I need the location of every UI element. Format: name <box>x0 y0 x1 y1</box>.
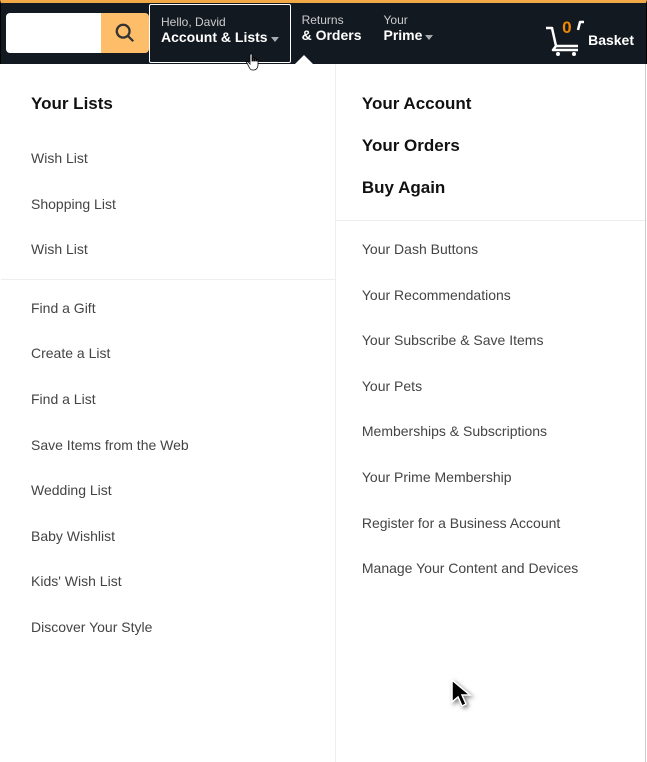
search-box <box>6 13 149 53</box>
hand-cursor-icon <box>245 52 263 74</box>
list-item[interactable]: Your Dash Buttons <box>362 227 645 273</box>
top-navbar: Hello, David Account & Lists Returns & O… <box>0 0 647 64</box>
lists-group-1: Wish List Shopping List Wish List <box>31 136 335 273</box>
nav-account-greeting: Hello, David <box>161 15 279 30</box>
list-item[interactable]: Wish List <box>31 227 335 273</box>
list-item[interactable]: Save Items from the Web <box>31 423 335 469</box>
basket-label: Basket <box>586 32 634 56</box>
list-item[interactable]: Manage Your Content and Devices <box>362 546 645 592</box>
nav-prime-line1: Your <box>384 13 434 28</box>
list-item[interactable]: Register for a Business Account <box>362 501 645 547</box>
basket-icon: 0 <box>542 20 586 56</box>
list-item[interactable]: Your Subscribe & Save Items <box>362 318 645 364</box>
lists-group-2: Find a Gift Create a List Find a List Sa… <box>31 286 335 651</box>
flyout-right-column: Your Account Your Orders Buy Again Your … <box>336 64 645 762</box>
chevron-down-icon <box>425 35 433 40</box>
list-item[interactable]: Baby Wishlist <box>31 514 335 560</box>
nav-orders-line1: Returns <box>302 13 362 28</box>
nav-basket[interactable]: 0 Basket <box>530 3 646 64</box>
your-account-link[interactable]: Your Account <box>362 94 645 114</box>
buy-again-link[interactable]: Buy Again <box>362 178 645 198</box>
divider <box>1 279 335 280</box>
nav-account-label: Account & Lists <box>161 29 268 45</box>
arrow-cursor-icon <box>450 678 476 710</box>
search-input[interactable] <box>6 13 101 53</box>
divider <box>336 220 645 221</box>
flyout-left-column: Your Lists Wish List Shopping List Wish … <box>1 64 336 762</box>
list-item[interactable]: Kids' Wish List <box>31 559 335 605</box>
search-icon <box>114 22 136 44</box>
your-orders-link[interactable]: Your Orders <box>362 136 645 156</box>
list-item[interactable]: Your Recommendations <box>362 273 645 319</box>
list-item[interactable]: Find a List <box>31 377 335 423</box>
list-item[interactable]: Wedding List <box>31 468 335 514</box>
list-item[interactable]: Discover Your Style <box>31 605 335 651</box>
list-item[interactable]: Shopping List <box>31 182 335 228</box>
search-button[interactable] <box>101 13 149 53</box>
flyout-pointer <box>295 55 313 64</box>
chevron-down-icon <box>271 37 279 42</box>
nav-account-lists[interactable]: Hello, David Account & Lists <box>149 4 291 63</box>
account-links: Your Dash Buttons Your Recommendations Y… <box>362 227 645 592</box>
list-item[interactable]: Your Prime Membership <box>362 455 645 501</box>
list-item[interactable]: Memberships & Subscriptions <box>362 409 645 455</box>
list-item[interactable]: Find a Gift <box>31 286 335 332</box>
nav-prime-line2: Prime <box>384 27 423 43</box>
nav-orders-line2: & Orders <box>302 28 362 43</box>
list-item[interactable]: Wish List <box>31 136 335 182</box>
account-flyout: Your Lists Wish List Shopping List Wish … <box>1 64 646 762</box>
nav-prime[interactable]: Your Prime <box>373 3 445 64</box>
basket-count: 0 <box>562 18 571 38</box>
list-item[interactable]: Your Pets <box>362 364 645 410</box>
list-item[interactable]: Create a List <box>31 331 335 377</box>
your-lists-heading: Your Lists <box>31 94 335 114</box>
